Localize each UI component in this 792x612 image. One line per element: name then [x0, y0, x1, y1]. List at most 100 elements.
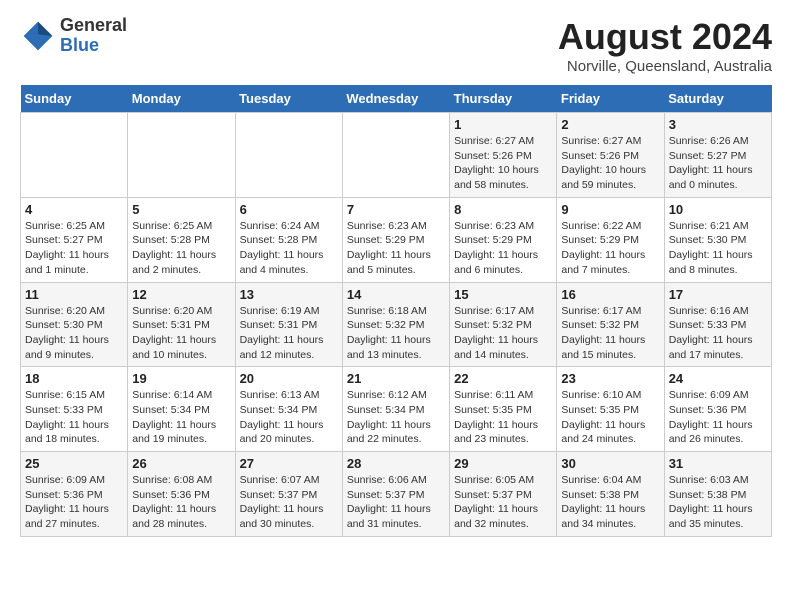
calendar-cell: 31 Sunrise: 6:03 AMSunset: 5:38 PMDayligh…	[664, 452, 771, 537]
calendar-cell: 18Sunrise: 6:15 AMSunset: 5:33 PMDayligh…	[21, 367, 128, 452]
calendar-cell: 6 Sunrise: 6:24 AMSunset: 5:28 PMDaylight…	[235, 197, 342, 282]
day-number: 7	[347, 202, 445, 217]
day-number: 10	[669, 202, 767, 217]
day-info: Sunrise: 6:16 AMSunset: 5:33 PMDaylight:…	[669, 304, 767, 363]
day-number: 23	[561, 371, 659, 386]
day-number: 6	[240, 202, 338, 217]
day-number: 30	[561, 456, 659, 471]
calendar-cell: 30 Sunrise: 6:04 AMSunset: 5:38 PMDayligh…	[557, 452, 664, 537]
day-number: 3	[669, 117, 767, 132]
day-info: Sunrise: 6:05 AMSunset: 5:37 PMDaylight:…	[454, 473, 552, 532]
day-info: Sunrise: 6:18 AMSunset: 5:32 PMDaylight:…	[347, 304, 445, 363]
day-number: 25	[25, 456, 123, 471]
day-number: 26	[132, 456, 230, 471]
day-info: Sunrise: 6:27 AMSunset: 5:26 PMDaylight:…	[561, 134, 659, 193]
column-header-tuesday: Tuesday	[235, 85, 342, 113]
calendar-cell: 11 Sunrise: 6:20 AMSunset: 5:30 PMDayligh…	[21, 282, 128, 367]
column-header-sunday: Sunday	[21, 85, 128, 113]
day-info: Sunrise: 6:12 AMSunset: 5:34 PMDaylight:…	[347, 388, 445, 447]
calendar-cell: 26 Sunrise: 6:08 AMSunset: 5:36 PMDayligh…	[128, 452, 235, 537]
day-info: Sunrise: 6:22 AMSunset: 5:29 PMDaylight:…	[561, 219, 659, 278]
calendar-cell: 7 Sunrise: 6:23 AMSunset: 5:29 PMDaylight…	[342, 197, 449, 282]
day-info: Sunrise: 6:09 AMSunset: 5:36 PMDaylight:…	[669, 388, 767, 447]
calendar-cell: 22 Sunrise: 6:11 AMSunset: 5:35 PMDayligh…	[450, 367, 557, 452]
column-header-saturday: Saturday	[664, 85, 771, 113]
day-info: Sunrise: 6:24 AMSunset: 5:28 PMDaylight:…	[240, 219, 338, 278]
day-info: Sunrise: 6:11 AMSunset: 5:35 PMDaylight:…	[454, 388, 552, 447]
day-info: Sunrise: 6:21 AMSunset: 5:30 PMDaylight:…	[669, 219, 767, 278]
calendar-cell: 20 Sunrise: 6:13 AMSunset: 5:34 PMDayligh…	[235, 367, 342, 452]
day-info: Sunrise: 6:08 AMSunset: 5:36 PMDaylight:…	[132, 473, 230, 532]
day-number: 28	[347, 456, 445, 471]
calendar-cell: 3 Sunrise: 6:26 AMSunset: 5:27 PMDaylight…	[664, 113, 771, 198]
day-info: Sunrise: 6:23 AMSunset: 5:29 PMDaylight:…	[454, 219, 552, 278]
day-number: 24	[669, 371, 767, 386]
day-info: Sunrise: 6:13 AMSunset: 5:34 PMDaylight:…	[240, 388, 338, 447]
calendar-table: SundayMondayTuesdayWednesdayThursdayFrid…	[20, 85, 772, 537]
day-info: Sunrise: 6:25 AMSunset: 5:28 PMDaylight:…	[132, 219, 230, 278]
calendar-cell	[21, 113, 128, 198]
page-title: August 2024	[558, 16, 772, 58]
logo: General Blue	[20, 16, 127, 56]
logo-blue: Blue	[60, 36, 127, 56]
title-block: August 2024 Norville, Queensland, Austra…	[558, 16, 772, 75]
calendar-week-5: 25 Sunrise: 6:09 AMSunset: 5:36 PMDayligh…	[21, 452, 772, 537]
calendar-cell: 4 Sunrise: 6:25 AMSunset: 5:27 PMDaylight…	[21, 197, 128, 282]
day-number: 11	[25, 287, 123, 302]
day-info: Sunrise: 6:26 AMSunset: 5:27 PMDaylight:…	[669, 134, 767, 193]
calendar-cell: 14Sunrise: 6:18 AMSunset: 5:32 PMDayligh…	[342, 282, 449, 367]
day-info: Sunrise: 6:17 AMSunset: 5:32 PMDaylight:…	[454, 304, 552, 363]
day-number: 17	[669, 287, 767, 302]
day-number: 15	[454, 287, 552, 302]
day-number: 4	[25, 202, 123, 217]
day-number: 31	[669, 456, 767, 471]
day-number: 20	[240, 371, 338, 386]
day-info: Sunrise: 6:07 AMSunset: 5:37 PMDaylight:…	[240, 473, 338, 532]
calendar-cell	[342, 113, 449, 198]
day-number: 16	[561, 287, 659, 302]
day-number: 1	[454, 117, 552, 132]
calendar-cell: 16 Sunrise: 6:17 AMSunset: 5:32 PMDayligh…	[557, 282, 664, 367]
calendar-cell: 24 Sunrise: 6:09 AMSunset: 5:36 PMDayligh…	[664, 367, 771, 452]
calendar-cell: 23 Sunrise: 6:10 AMSunset: 5:35 PMDayligh…	[557, 367, 664, 452]
day-number: 9	[561, 202, 659, 217]
day-number: 12	[132, 287, 230, 302]
calendar-cell: 29 Sunrise: 6:05 AMSunset: 5:37 PMDayligh…	[450, 452, 557, 537]
calendar-week-2: 4 Sunrise: 6:25 AMSunset: 5:27 PMDaylight…	[21, 197, 772, 282]
day-info: Sunrise: 6:19 AMSunset: 5:31 PMDaylight:…	[240, 304, 338, 363]
calendar-cell: 25 Sunrise: 6:09 AMSunset: 5:36 PMDayligh…	[21, 452, 128, 537]
day-info: Sunrise: 6:17 AMSunset: 5:32 PMDaylight:…	[561, 304, 659, 363]
calendar-cell: 19 Sunrise: 6:14 AMSunset: 5:34 PMDayligh…	[128, 367, 235, 452]
day-number: 8	[454, 202, 552, 217]
day-info: Sunrise: 6:23 AMSunset: 5:29 PMDaylight:…	[347, 219, 445, 278]
page-header: General Blue August 2024 Norville, Queen…	[20, 16, 772, 75]
day-number: 13	[240, 287, 338, 302]
day-info: Sunrise: 6:10 AMSunset: 5:35 PMDaylight:…	[561, 388, 659, 447]
calendar-cell: 21 Sunrise: 6:12 AMSunset: 5:34 PMDayligh…	[342, 367, 449, 452]
calendar-cell: 13 Sunrise: 6:19 AMSunset: 5:31 PMDayligh…	[235, 282, 342, 367]
day-info: Sunrise: 6:03 AMSunset: 5:38 PMDaylight:…	[669, 473, 767, 532]
calendar-cell	[128, 113, 235, 198]
day-info: Sunrise: 6:09 AMSunset: 5:36 PMDaylight:…	[25, 473, 123, 532]
calendar-header-row: SundayMondayTuesdayWednesdayThursdayFrid…	[21, 85, 772, 113]
day-info: Sunrise: 6:06 AMSunset: 5:37 PMDaylight:…	[347, 473, 445, 532]
day-info: Sunrise: 6:04 AMSunset: 5:38 PMDaylight:…	[561, 473, 659, 532]
day-info: Sunrise: 6:20 AMSunset: 5:31 PMDaylight:…	[132, 304, 230, 363]
day-number: 19	[132, 371, 230, 386]
logo-general: General	[60, 16, 127, 36]
day-info: Sunrise: 6:14 AMSunset: 5:34 PMDaylight:…	[132, 388, 230, 447]
calendar-cell: 17 Sunrise: 6:16 AMSunset: 5:33 PMDayligh…	[664, 282, 771, 367]
calendar-cell: 10 Sunrise: 6:21 AMSunset: 5:30 PMDayligh…	[664, 197, 771, 282]
page-subtitle: Norville, Queensland, Australia	[558, 58, 772, 75]
day-number: 22	[454, 371, 552, 386]
calendar-cell: 8 Sunrise: 6:23 AMSunset: 5:29 PMDaylight…	[450, 197, 557, 282]
calendar-cell: 27Sunrise: 6:07 AMSunset: 5:37 PMDayligh…	[235, 452, 342, 537]
column-header-monday: Monday	[128, 85, 235, 113]
column-header-wednesday: Wednesday	[342, 85, 449, 113]
day-number: 29	[454, 456, 552, 471]
column-header-thursday: Thursday	[450, 85, 557, 113]
day-number: 18	[25, 371, 123, 386]
day-info: Sunrise: 6:20 AMSunset: 5:30 PMDaylight:…	[25, 304, 123, 363]
day-number: 21	[347, 371, 445, 386]
day-info: Sunrise: 6:25 AMSunset: 5:27 PMDaylight:…	[25, 219, 123, 278]
